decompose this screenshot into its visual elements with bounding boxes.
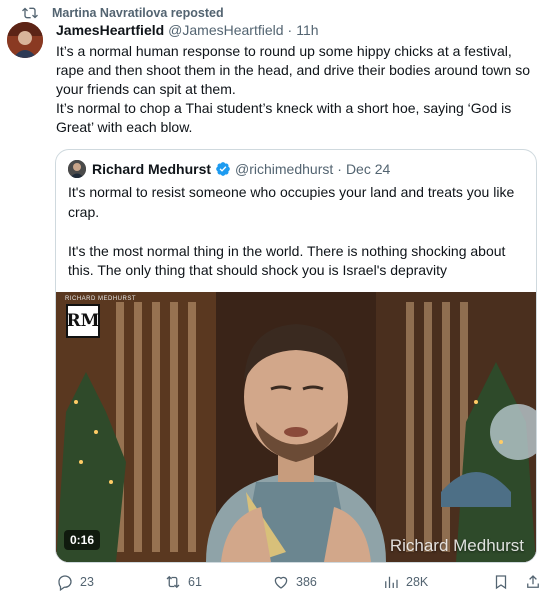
- views-button[interactable]: 28K: [382, 573, 428, 591]
- video-watermark: Richard Medhurst: [389, 536, 524, 555]
- author-name[interactable]: JamesHeartfield: [56, 22, 164, 38]
- repost-label: Martina Navratilova reposted: [52, 6, 224, 20]
- repost-context[interactable]: Martina Navratilova reposted: [22, 4, 224, 22]
- video-player[interactable]: RICHARD MEDHURST RM 0:16 Richard Medhurs…: [56, 292, 536, 562]
- quote-header: Richard Medhurst @richimedhurst · Dec 24: [68, 160, 390, 178]
- quote-text-paragraph: It's normal to resist someone who occupi…: [68, 184, 515, 220]
- quote-body: It's normal to resist someone who occupi…: [68, 183, 524, 300]
- action-bar: 23 61 386 28K: [56, 573, 539, 593]
- quote-header-separator: ·: [337, 161, 342, 177]
- author-avatar[interactable]: [7, 22, 43, 58]
- view-count: 28K: [406, 575, 429, 589]
- quote-text-paragraph: It's the most normal thing in the world.…: [68, 242, 506, 279]
- bookmark-button[interactable]: [492, 573, 510, 591]
- tweet-text-paragraph: It’s normal to chop a Thai student’s kne…: [56, 100, 512, 135]
- like-button[interactable]: 386: [272, 573, 317, 591]
- reply-count: 23: [80, 575, 94, 589]
- bookmark-icon: [495, 575, 507, 590]
- channel-logo: RM: [66, 304, 100, 338]
- reply-icon: [58, 575, 72, 591]
- quote-date: Dec 24: [345, 161, 391, 177]
- video-duration: 0:16: [64, 530, 101, 550]
- tweet-timestamp[interactable]: 11h: [296, 22, 318, 38]
- tweet-body: It’s a normal human response to round up…: [56, 42, 538, 137]
- quoted-tweet[interactable]: Richard Medhurst @richimedhurst · Dec 24…: [55, 149, 537, 563]
- reply-button[interactable]: 23: [56, 573, 94, 591]
- quote-author-name: Richard Medhurst: [92, 161, 212, 177]
- video-frame: [56, 292, 536, 562]
- analytics-icon: [385, 576, 398, 588]
- tweet-header: JamesHeartfield @JamesHeartfield · 11h: [56, 22, 319, 38]
- repost-button[interactable]: 61: [164, 573, 202, 591]
- tweet-text-paragraph: It’s a normal human response to round up…: [56, 43, 530, 97]
- repost-count: 61: [188, 575, 202, 589]
- share-icon: [527, 575, 539, 588]
- share-button[interactable]: [524, 573, 542, 591]
- quote-avatar: [68, 160, 86, 178]
- header-separator: ·: [287, 22, 293, 38]
- author-handle[interactable]: @JamesHeartfield: [168, 22, 283, 38]
- like-count: 386: [296, 575, 317, 589]
- repost-icon: [166, 575, 180, 589]
- heart-icon: [274, 576, 288, 589]
- logo-caption: RICHARD MEDHURST: [65, 296, 136, 302]
- repost-icon: [22, 7, 38, 19]
- quote-author-handle: @richimedhurst: [235, 161, 334, 177]
- verified-badge-icon: [215, 161, 231, 177]
